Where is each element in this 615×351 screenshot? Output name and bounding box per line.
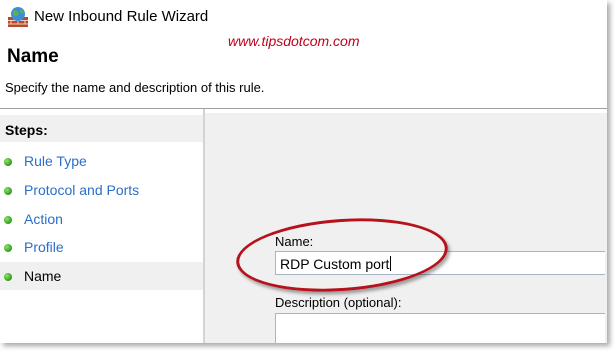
content-panel — [205, 109, 607, 343]
step-item-action[interactable]: Action — [0, 205, 203, 233]
step-current-icon — [4, 273, 12, 281]
title-bar: New Inbound Rule Wizard — [0, 0, 607, 34]
step-item-name[interactable]: Name — [0, 262, 203, 290]
step-complete-icon — [4, 244, 12, 252]
page-description: Specify the name and description of this… — [5, 80, 265, 95]
window-title: New Inbound Rule Wizard — [34, 8, 209, 25]
name-label: Name: — [275, 234, 314, 249]
step-item-protocol-and-ports[interactable]: Protocol and Ports — [0, 176, 203, 204]
wizard-window: New Inbound Rule Wizard www.tipsdotcom.c… — [0, 0, 607, 343]
name-input[interactable]: RDP Custom port — [275, 251, 605, 275]
steps-heading-label: Steps: — [5, 122, 48, 138]
step-label: Profile — [24, 239, 64, 255]
step-label: Rule Type — [24, 153, 87, 169]
step-complete-icon — [4, 187, 12, 195]
step-label: Action — [24, 211, 63, 227]
step-label: Protocol and Ports — [24, 182, 140, 198]
name-input-text: RDP Custom port — [280, 256, 390, 272]
page-title: Name — [7, 46, 59, 67]
description-textarea[interactable] — [275, 313, 605, 343]
step-complete-icon — [4, 216, 12, 224]
firewall-globe-icon — [8, 7, 28, 27]
steps-heading: Steps: — [0, 115, 203, 142]
step-item-rule-type[interactable]: Rule Type — [0, 147, 203, 175]
watermark: www.tipsdotcom.com — [228, 33, 360, 49]
steps-panel: Steps: Rule Type Protocol and Ports Acti… — [0, 109, 203, 343]
name-input-value: RDP Custom port — [280, 256, 392, 272]
step-label: Name — [24, 268, 62, 284]
step-complete-icon — [4, 158, 12, 166]
step-item-profile[interactable]: Profile — [0, 233, 203, 261]
text-cursor — [390, 256, 392, 271]
description-label: Description (optional): — [275, 295, 402, 310]
